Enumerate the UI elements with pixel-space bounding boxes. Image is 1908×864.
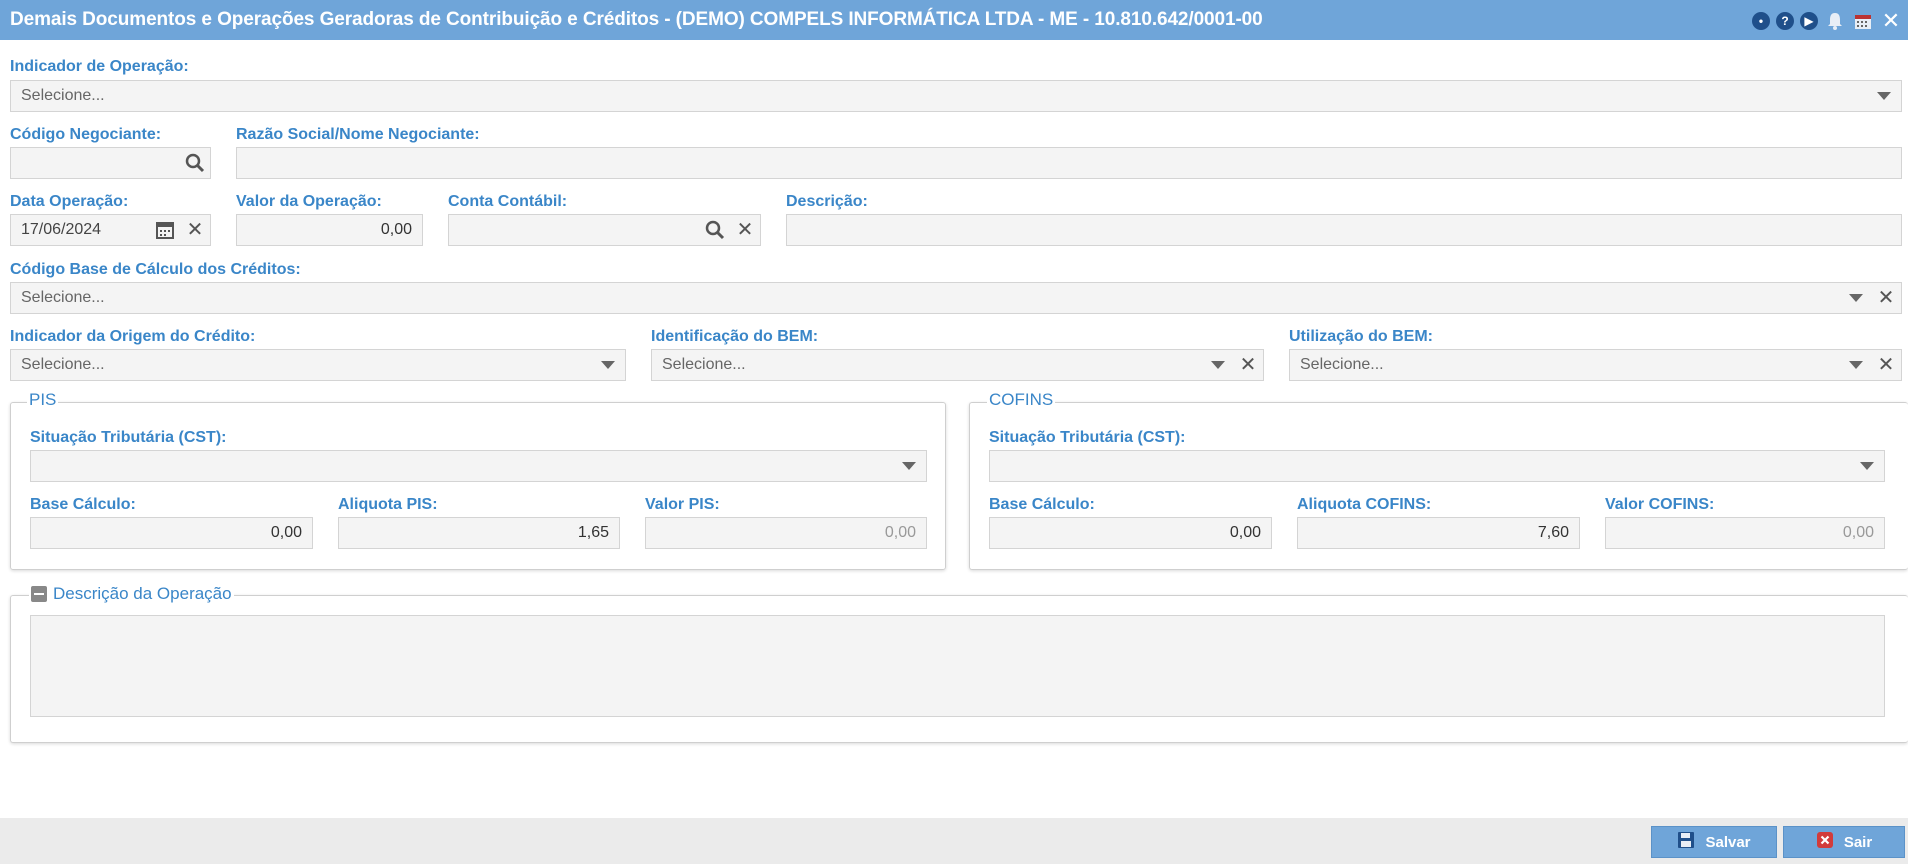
exit-button-label: Sair xyxy=(1843,833,1873,851)
utilizacao-bem-label: Utilização do BEM: xyxy=(1289,328,1434,345)
pis-base-label: Base Cálculo: xyxy=(30,496,136,513)
pis-base-input[interactable]: 0,00 xyxy=(30,517,313,549)
pis-legend: PIS xyxy=(27,390,59,410)
help-icon[interactable]: ? xyxy=(1776,12,1794,30)
pis-aliquota-input[interactable]: 1,65 xyxy=(338,517,620,549)
conta-contabil-input[interactable]: ✕ xyxy=(448,214,761,246)
descricao-operacao-textarea[interactable] xyxy=(30,615,1885,717)
save-button[interactable]: Salvar xyxy=(1651,826,1777,858)
pis-aliquota-label: Aliquota PIS: xyxy=(338,496,438,513)
codigo-base-select[interactable]: Selecione... ✕ xyxy=(10,282,1902,314)
indicador-operacao-select[interactable]: Selecione... xyxy=(10,80,1902,112)
calendar-icon[interactable] xyxy=(1852,10,1874,32)
valor-operacao-label: Valor da Operação: xyxy=(236,193,382,210)
footer-bar: Salvar Sair xyxy=(0,818,1908,864)
chevron-down-icon[interactable] xyxy=(896,451,922,481)
exit-icon xyxy=(1816,831,1834,853)
razao-social-label: Razão Social/Nome Negociante: xyxy=(236,126,480,143)
codigo-negociante-input[interactable] xyxy=(10,147,211,179)
conta-contabil-label: Conta Contábil: xyxy=(448,193,568,210)
indicador-origem-label: Indicador da Origem do Crédito: xyxy=(10,328,256,345)
floppy-disk-icon xyxy=(1677,831,1695,853)
cofins-aliquota-input[interactable]: 7,60 xyxy=(1297,517,1580,549)
razao-social-input[interactable] xyxy=(236,147,1902,179)
descricao-label: Descrição: xyxy=(786,193,868,210)
descricao-operacao-title: Descrição da Operação xyxy=(53,584,232,603)
descricao-input[interactable] xyxy=(786,214,1902,246)
pis-valor-label: Valor PIS: xyxy=(645,496,720,513)
cofins-base-label: Base Cálculo: xyxy=(989,496,1095,513)
close-icon[interactable]: ✕ xyxy=(1880,8,1902,33)
cofins-legend: COFINS xyxy=(987,390,1056,410)
descricao-operacao-legend: Descrição da Operação xyxy=(29,584,234,604)
utilizacao-bem-select[interactable]: Selecione... ✕ xyxy=(1289,349,1902,381)
cofins-valor-input[interactable]: 0,00 xyxy=(1605,517,1885,549)
clear-icon[interactable]: ✕ xyxy=(1235,350,1261,380)
clear-icon[interactable]: ✕ xyxy=(182,215,208,245)
indicador-origem-select[interactable]: Selecione... xyxy=(10,349,626,381)
chevron-down-icon[interactable] xyxy=(1854,451,1880,481)
indicador-operacao-value: Selecione... xyxy=(21,87,105,104)
cofins-cst-label: Situação Tributária (CST): xyxy=(989,429,1186,446)
pis-valor-input[interactable]: 0,00 xyxy=(645,517,927,549)
chevron-down-icon[interactable] xyxy=(1843,350,1869,380)
exit-button[interactable]: Sair xyxy=(1783,826,1905,858)
play-icon[interactable]: ▶ xyxy=(1800,12,1818,30)
identificacao-bem-label: Identificação do BEM: xyxy=(651,328,819,345)
clear-icon[interactable]: ✕ xyxy=(732,215,758,245)
identificacao-bem-select[interactable]: Selecione... ✕ xyxy=(651,349,1264,381)
bell-icon[interactable] xyxy=(1824,10,1846,32)
codigo-base-label: Código Base de Cálculo dos Créditos: xyxy=(10,261,301,278)
cofins-aliquota-label: Aliquota COFINS: xyxy=(1297,496,1432,513)
window-title: Demais Documentos e Operações Geradoras … xyxy=(10,9,1263,30)
search-icon[interactable] xyxy=(702,215,728,245)
save-button-label: Salvar xyxy=(1705,833,1751,851)
indicador-operacao-label: Indicador de Operação: xyxy=(10,58,189,75)
valor-operacao-input[interactable]: 0,00 xyxy=(236,214,423,246)
chevron-down-icon[interactable] xyxy=(1843,283,1869,313)
clear-icon[interactable]: ✕ xyxy=(1873,283,1899,313)
collapse-icon[interactable] xyxy=(31,586,47,602)
clear-icon[interactable]: ✕ xyxy=(1873,350,1899,380)
data-operacao-label: Data Operação: xyxy=(10,193,129,210)
chevron-down-icon[interactable] xyxy=(1205,350,1231,380)
cofins-base-input[interactable]: 0,00 xyxy=(989,517,1272,549)
chevron-down-icon[interactable] xyxy=(1871,81,1897,111)
chevron-down-icon[interactable] xyxy=(595,350,621,380)
search-icon[interactable] xyxy=(182,148,208,178)
data-operacao-input[interactable]: 17/06/2024 ✕ xyxy=(10,214,211,246)
calendar-icon[interactable] xyxy=(152,215,178,245)
window-controls: • ? ▶ ✕ xyxy=(1752,8,1902,33)
codigo-negociante-label: Código Negociante: xyxy=(10,126,162,143)
pis-cst-label: Situação Tributária (CST): xyxy=(30,429,227,446)
window-titlebar: Demais Documentos e Operações Geradoras … xyxy=(0,0,1908,40)
cofins-cst-select[interactable] xyxy=(989,450,1885,482)
chat-icon[interactable]: • xyxy=(1752,12,1770,30)
pis-cst-select[interactable] xyxy=(30,450,927,482)
cofins-valor-label: Valor COFINS: xyxy=(1605,496,1715,513)
